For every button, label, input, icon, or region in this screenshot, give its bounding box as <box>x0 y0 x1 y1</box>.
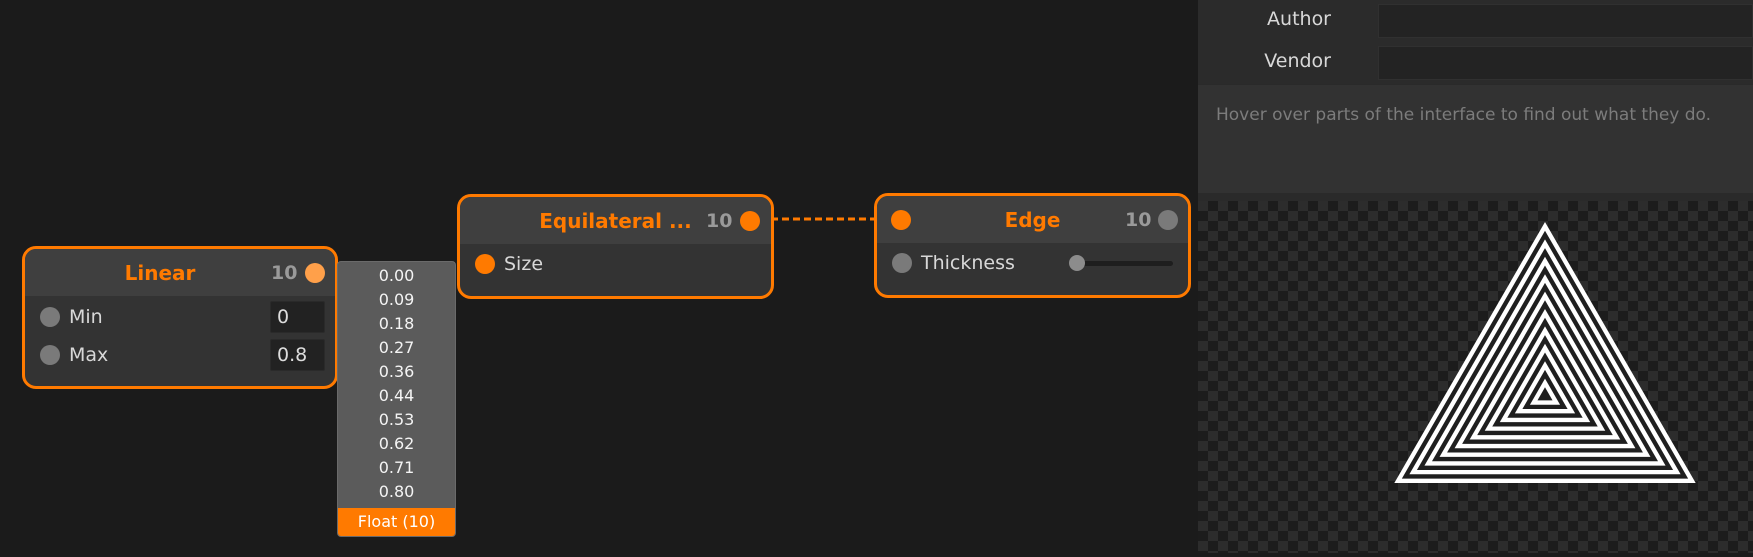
popup-value: 0.18 <box>378 314 415 333</box>
texture-preview <box>1198 201 1753 553</box>
popup-type-label: Float (10) <box>338 508 455 536</box>
author-row: Author <box>1198 0 1753 42</box>
input-port[interactable] <box>40 307 60 327</box>
input-label: Max <box>69 344 109 366</box>
popup-value: 0.44 <box>378 386 415 405</box>
hint-text: Hover over parts of the interface to fin… <box>1198 85 1753 193</box>
vendor-field[interactable] <box>1378 46 1753 80</box>
input-row-size: Size <box>460 247 771 281</box>
input-port[interactable] <box>475 254 495 274</box>
popup-value: 0.27 <box>378 338 415 357</box>
author-field[interactable] <box>1378 4 1753 38</box>
popup-value-list: 0.00 0.09 0.18 0.27 0.36 0.44 0.53 0.62 0.71 0.80 <box>338 262 455 504</box>
input-row-min: Min 0 <box>25 300 335 334</box>
linear-node-header[interactable]: Linear 10 <box>25 249 335 296</box>
vendor-row: Vendor <box>1198 42 1753 84</box>
node-count: 10 <box>1125 208 1152 231</box>
node-title: Linear <box>124 260 196 285</box>
output-port[interactable] <box>1158 210 1178 230</box>
linear-node[interactable]: Linear 10 Min 0 Max 0.8 <box>22 246 338 389</box>
node-count: 10 <box>271 261 298 284</box>
input-port[interactable] <box>40 345 60 365</box>
equilateral-node[interactable]: Equilateral ... 10 Size <box>457 194 774 299</box>
equilateral-node-header[interactable]: Equilateral ... 10 <box>460 197 771 244</box>
output-port[interactable] <box>305 263 325 283</box>
popup-value: 0.53 <box>378 410 415 429</box>
side-panel: Author Vendor Hover over parts of the in… <box>1198 0 1753 553</box>
node-title: Equilateral ... <box>539 208 692 233</box>
triangle-group <box>1394 222 1696 483</box>
max-field[interactable]: 0.8 <box>270 339 325 371</box>
popup-value: 0.80 <box>378 482 415 501</box>
author-label: Author <box>1267 8 1331 30</box>
edge-node[interactable]: Edge 10 Thickness <box>874 193 1191 298</box>
input-row-max: Max 0.8 <box>25 338 335 372</box>
input-label: Thickness <box>921 252 1015 274</box>
slider-thumb[interactable] <box>1069 255 1085 271</box>
triangle-preview-image <box>1394 222 1696 483</box>
min-field[interactable]: 0 <box>270 301 325 333</box>
popup-value: 0.36 <box>378 362 415 381</box>
input-port[interactable] <box>892 253 912 273</box>
output-values-popup: 0.00 0.09 0.18 0.27 0.36 0.44 0.53 0.62 0.71 0.80… <box>337 261 456 537</box>
input-label: Min <box>69 306 103 328</box>
input-row-thickness: Thickness <box>877 246 1188 280</box>
popup-value: 0.09 <box>378 290 415 309</box>
popup-value: 0.00 <box>378 266 415 285</box>
vendor-label: Vendor <box>1264 50 1331 72</box>
thickness-slider[interactable] <box>1073 261 1173 266</box>
input-label: Size <box>504 253 544 275</box>
popup-value: 0.62 <box>378 434 415 453</box>
output-port[interactable] <box>740 211 760 231</box>
popup-value: 0.71 <box>378 458 415 477</box>
node-count: 10 <box>706 209 733 232</box>
node-graph-canvas[interactable]: Linear 10 Min 0 Max 0.8 Equilateral ... … <box>0 0 1198 553</box>
edge-node-header[interactable]: Edge 10 <box>877 196 1188 243</box>
